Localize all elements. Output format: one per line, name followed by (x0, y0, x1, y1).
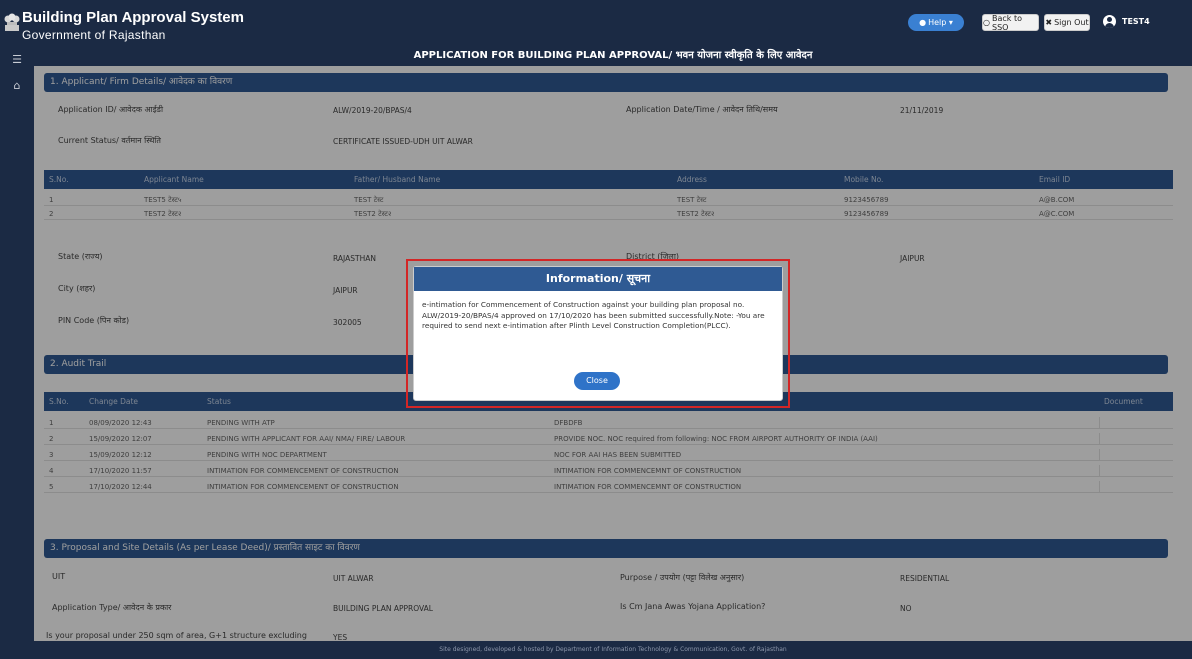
user-name: TEST4 (1122, 17, 1150, 26)
circle-icon: ○ (983, 18, 990, 27)
back-to-sso-label: Back to SSO (991, 13, 1022, 32)
modal-title: Information/ सूचना (414, 267, 782, 291)
help-button[interactable]: ● Help ▾ (908, 14, 964, 31)
modal-message: e-intimation for Commencement of Constru… (422, 300, 765, 330)
sign-out-button[interactable]: ✖ Sign Out (1044, 14, 1090, 31)
close-icon: ✖ (1045, 18, 1053, 27)
app-subtitle: Government of Rajasthan (22, 28, 166, 42)
state-emblem-icon (4, 13, 20, 31)
information-modal: Information/ सूचना e-intimation for Comm… (413, 266, 783, 401)
back-to-sso-button[interactable]: ○ Back to SSO (982, 13, 1039, 32)
close-button[interactable]: Close (574, 372, 620, 390)
top-header: Building Plan Approval System Government… (0, 0, 1192, 46)
home-icon[interactable]: ⌂ (10, 80, 24, 92)
user-avatar-icon (1103, 15, 1116, 28)
sidebar: ☰ ⌂ (0, 46, 34, 659)
footer: Site designed, developed & hosted by Dep… (34, 641, 1192, 659)
info-icon: ● (919, 18, 927, 27)
sign-out-label: Sign Out (1054, 18, 1089, 27)
menu-list-icon[interactable]: ☰ (10, 54, 24, 66)
help-label: Help ▾ (928, 18, 953, 27)
app-title: Building Plan Approval System (22, 9, 244, 26)
user-menu[interactable]: TEST4 (1103, 15, 1150, 28)
page-title: APPLICATION FOR BUILDING PLAN APPROVAL/ … (34, 46, 1192, 66)
